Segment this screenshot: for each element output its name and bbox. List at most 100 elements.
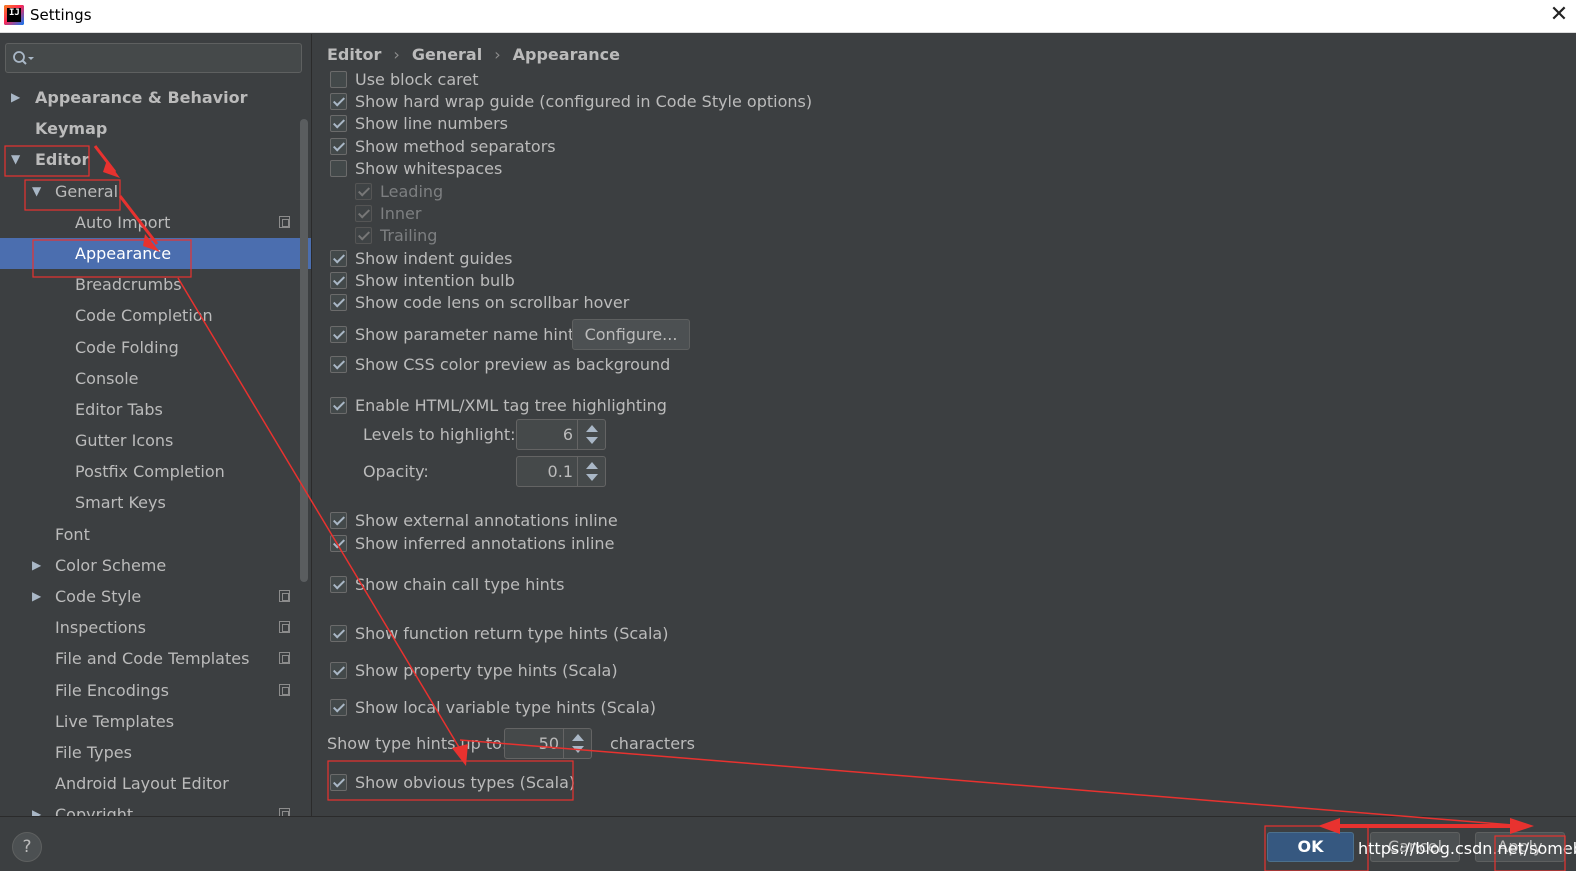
checkbox-checked-icon[interactable] bbox=[330, 294, 347, 311]
sidebar-item-font[interactable]: Font bbox=[0, 519, 311, 550]
checkbox-checked-icon[interactable] bbox=[355, 205, 372, 222]
option-label: Use block caret bbox=[355, 70, 479, 89]
checkbox-checked-icon[interactable] bbox=[330, 93, 347, 110]
collapse-arrow-icon[interactable]: ▶ bbox=[32, 550, 41, 581]
checkbox-checked-icon[interactable] bbox=[355, 227, 372, 244]
spinner-arrows-icon[interactable] bbox=[577, 457, 605, 486]
sidebar-item-keymap[interactable]: Keymap bbox=[0, 113, 311, 144]
checkbox-checked-icon[interactable] bbox=[330, 397, 347, 414]
sidebar-item-console[interactable]: Console bbox=[0, 363, 311, 394]
expand-arrow-icon[interactable]: ▼ bbox=[32, 176, 41, 207]
option-label: Show indent guides bbox=[355, 249, 513, 268]
type-hints-label: Show type hints up to: bbox=[327, 734, 508, 753]
collapse-arrow-icon[interactable]: ▶ bbox=[32, 799, 41, 816]
spinner-arrows-icon[interactable] bbox=[577, 420, 605, 449]
sidebar-item-editor-tabs[interactable]: Editor Tabs bbox=[0, 394, 311, 425]
option-label: Show local variable type hints (Scala) bbox=[355, 698, 656, 717]
sidebar-item-gutter-icons[interactable]: Gutter Icons bbox=[0, 425, 311, 456]
type-hints-spinner[interactable]: 50 bbox=[504, 728, 592, 759]
title-bar: IJ Settings ✕ bbox=[0, 0, 1576, 33]
sidebar-item-android-layout-editor[interactable]: Android Layout Editor bbox=[0, 768, 311, 799]
checkbox-checked-icon[interactable] bbox=[330, 356, 347, 373]
project-scope-icon bbox=[279, 621, 290, 634]
type-hints-suffix: characters bbox=[610, 734, 695, 753]
ok-button[interactable]: OK bbox=[1267, 832, 1354, 862]
checkbox-checked-icon[interactable] bbox=[330, 250, 347, 267]
sidebar-item-label: Breadcrumbs bbox=[75, 275, 182, 295]
sidebar-item-code-style[interactable]: ▶ Code Style bbox=[0, 581, 311, 612]
sidebar-item-auto-import[interactable]: Auto Import bbox=[0, 207, 311, 238]
sidebar-item-smart-keys[interactable]: Smart Keys bbox=[0, 487, 311, 518]
sidebar-item-label: Live Templates bbox=[55, 711, 175, 731]
levels-label: Levels to highlight: bbox=[363, 425, 516, 444]
spinner-arrows-icon[interactable] bbox=[563, 729, 591, 758]
sidebar-item-breadcrumbs[interactable]: Breadcrumbs bbox=[0, 269, 311, 300]
checkbox-unchecked-icon[interactable] bbox=[330, 160, 347, 177]
option-label: Leading bbox=[380, 182, 444, 201]
checkbox-checked-icon[interactable] bbox=[330, 115, 347, 132]
checkbox-checked-icon[interactable] bbox=[330, 138, 347, 155]
sidebar-item-label: File and Code Templates bbox=[55, 649, 250, 669]
configure-button[interactable]: Configure... bbox=[572, 319, 690, 350]
collapse-arrow-icon[interactable]: ▶ bbox=[11, 82, 20, 113]
search-icon bbox=[13, 51, 34, 65]
sidebar-item-label: Copyright bbox=[55, 805, 134, 816]
dialog-footer: ? OK Cancel Apply https://blog.csdn.net/… bbox=[0, 816, 1576, 871]
checkbox-checked-icon[interactable] bbox=[330, 662, 347, 679]
search-input[interactable] bbox=[5, 43, 302, 73]
option-label: Show hard wrap guide (configured in Code… bbox=[355, 92, 813, 111]
sidebar-item-file-and-code-templates[interactable]: File and Code Templates bbox=[0, 643, 311, 674]
close-icon[interactable]: ✕ bbox=[1548, 2, 1570, 27]
project-scope-icon bbox=[279, 215, 290, 228]
levels-spinner[interactable]: 6 bbox=[516, 419, 606, 450]
help-button[interactable]: ? bbox=[12, 832, 42, 862]
sidebar-item-postfix-completion[interactable]: Postfix Completion bbox=[0, 456, 311, 487]
checkbox-checked-icon[interactable] bbox=[330, 699, 347, 716]
sidebar-scrollbar[interactable] bbox=[300, 119, 308, 582]
checkbox-checked-icon[interactable] bbox=[330, 625, 347, 642]
sidebar-item-general[interactable]: ▼ General bbox=[0, 176, 311, 207]
sidebar-item-live-templates[interactable]: Live Templates bbox=[0, 706, 311, 737]
option-label: Show CSS color preview as background bbox=[355, 355, 671, 374]
option-label: Show whitespaces bbox=[355, 159, 503, 178]
sidebar-item-appearance-behavior[interactable]: ▶ Appearance & Behavior bbox=[0, 82, 311, 113]
sidebar-item-label: File Encodings bbox=[55, 680, 169, 700]
option-label: Inner bbox=[380, 204, 422, 223]
sidebar-item-editor[interactable]: ▼ Editor bbox=[0, 144, 311, 175]
checkbox-checked-icon[interactable] bbox=[330, 326, 347, 343]
opacity-spinner[interactable]: 0.1 bbox=[516, 456, 606, 487]
checkbox-checked-icon[interactable] bbox=[330, 774, 347, 791]
checkbox-checked-icon[interactable] bbox=[330, 272, 347, 289]
sidebar-item-copyright[interactable]: ▶ Copyright bbox=[0, 799, 311, 816]
opacity-label: Opacity: bbox=[363, 462, 429, 481]
sidebar-item-appearance[interactable]: Appearance bbox=[0, 237, 311, 270]
sidebar-item-label: Android Layout Editor bbox=[55, 774, 229, 794]
checkbox-checked-icon[interactable] bbox=[330, 576, 347, 593]
checkbox-checked-icon[interactable] bbox=[330, 512, 347, 529]
checkbox-checked-icon[interactable] bbox=[330, 535, 347, 552]
project-scope-icon bbox=[279, 590, 290, 602]
option-label: Show chain call type hints bbox=[355, 575, 565, 594]
sidebar-item-label: File Types bbox=[55, 742, 132, 762]
watermark-text: https://blog.csdn.net/someby bbox=[1358, 839, 1576, 858]
settings-sidebar: ▶ Appearance & Behavior Keymap ▼ Editor ▼ Gene… bbox=[0, 34, 312, 816]
levels-value: 6 bbox=[562, 425, 573, 444]
expand-arrow-icon[interactable]: ▼ bbox=[11, 144, 20, 175]
sidebar-item-file-types[interactable]: File Types bbox=[0, 737, 311, 768]
breadcrumb-separator: › bbox=[494, 45, 501, 64]
checkbox-checked-icon[interactable] bbox=[355, 183, 372, 200]
sidebar-item-code-completion[interactable]: Code Completion bbox=[0, 300, 311, 331]
sidebar-item-inspections[interactable]: Inspections bbox=[0, 612, 311, 643]
option-label: Show intention bulb bbox=[355, 271, 515, 290]
sidebar-item-label: Code Completion bbox=[75, 306, 213, 326]
sidebar-item-file-encodings[interactable]: File Encodings bbox=[0, 675, 311, 706]
sidebar-item-color-scheme[interactable]: ▶ Color Scheme bbox=[0, 550, 311, 581]
option-label: Show method separators bbox=[355, 137, 556, 156]
settings-content: Editor › General › Appearance Use block care… bbox=[313, 34, 1576, 816]
option-label: Show obvious types (Scala) bbox=[355, 773, 576, 792]
sidebar-item-label: Code Style bbox=[55, 587, 142, 606]
collapse-arrow-icon[interactable]: ▶ bbox=[32, 581, 41, 612]
sidebar-item-label: Keymap bbox=[35, 119, 108, 139]
checkbox-unchecked-icon[interactable] bbox=[330, 71, 347, 88]
sidebar-item-code-folding[interactable]: Code Folding bbox=[0, 332, 311, 363]
